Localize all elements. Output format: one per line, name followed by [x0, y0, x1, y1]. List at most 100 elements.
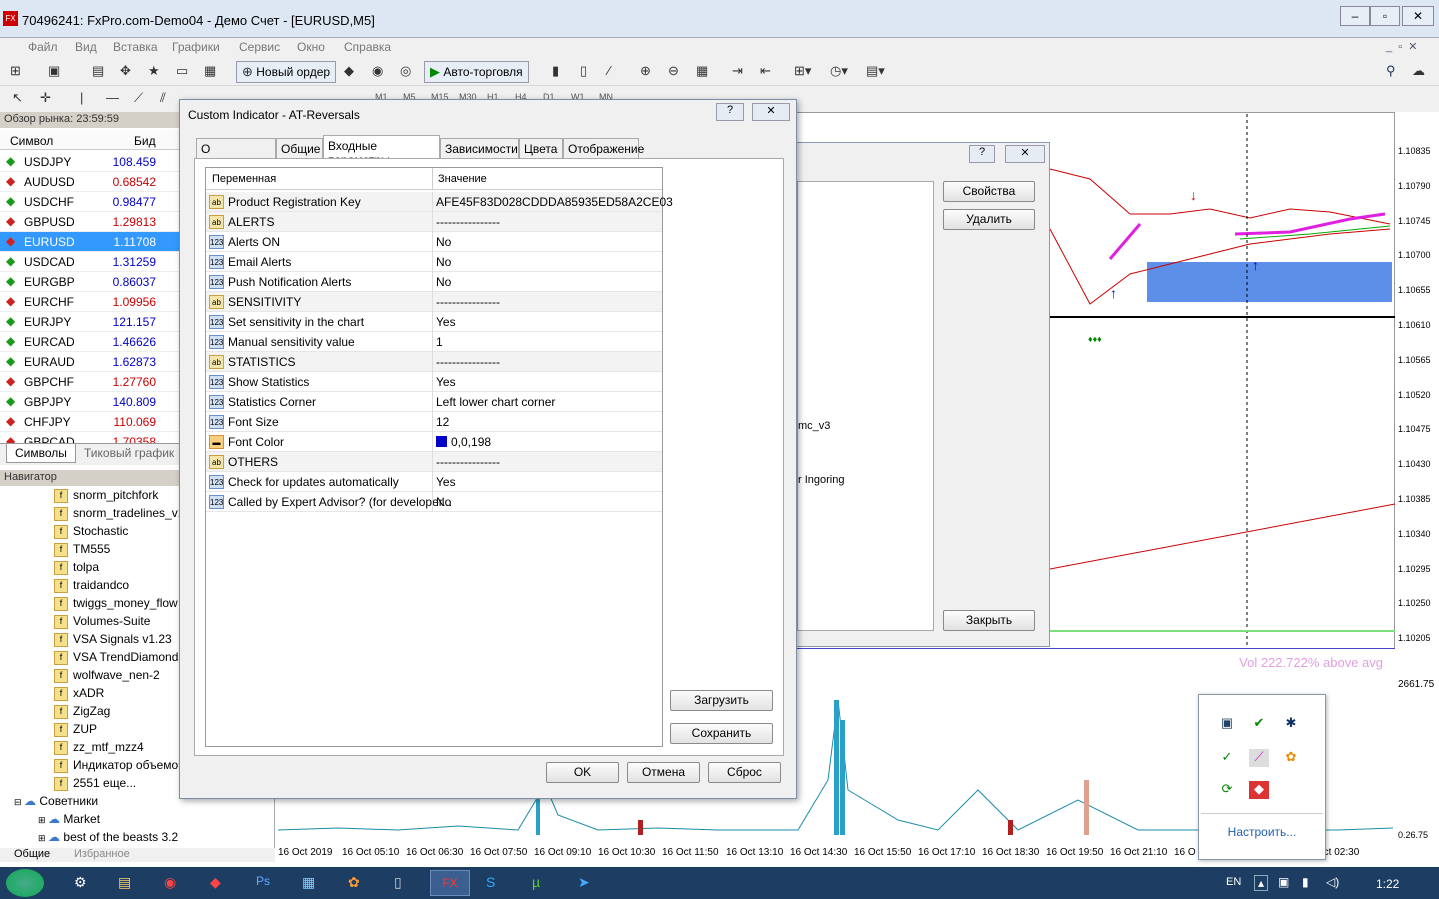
navigator-item[interactable]: f ZigZag — [54, 704, 110, 722]
expert-item[interactable]: ⊞ ☁ Market — [38, 812, 100, 830]
dialog-tab[interactable]: О программе — [196, 138, 276, 170]
param-value[interactable]: Yes — [436, 315, 456, 329]
market-row[interactable]: ◆ GBPCHF 1.27760 — [0, 372, 182, 392]
list-item-b[interactable]: r Ingoring — [798, 474, 844, 486]
load-button[interactable]: Загрузить — [670, 690, 773, 711]
navigator-item[interactable]: f VSA TrendDiamonds — [54, 650, 184, 668]
close-button[interactable]: ✕ — [1402, 6, 1434, 26]
market-row[interactable]: ◆ EURUSD 1.11708 — [0, 232, 182, 252]
param-value[interactable]: No — [436, 235, 451, 249]
mdi-controls[interactable]: _ ▫ ✕ — [1386, 40, 1417, 53]
media-app-icon[interactable]: ◆ — [210, 874, 221, 891]
param-value[interactable]: Left lower chart corner — [436, 395, 555, 409]
navigator-item[interactable]: f Volumes-Suite — [54, 614, 150, 632]
market-row[interactable]: ◆ EURCHF 1.09956 — [0, 292, 182, 312]
notepad-icon[interactable]: ▯ — [394, 874, 402, 891]
col-variable[interactable]: Переменная — [212, 173, 276, 185]
close-dialog-button[interactable]: Закрыть — [943, 610, 1035, 631]
market-row[interactable]: ◆ USDCHF 0.98477 — [0, 192, 182, 212]
param-row[interactable]: ab SENSITIVITY ---------------- — [206, 292, 662, 312]
navigator-item[interactable]: f 2551 еще... — [54, 776, 136, 794]
param-row[interactable]: ab STATISTICS ---------------- — [206, 352, 662, 372]
profiles-icon[interactable]: ▣ — [48, 63, 60, 79]
utorrent-icon[interactable]: µ — [532, 874, 540, 890]
signals-icon[interactable]: ◉ — [372, 63, 383, 79]
photoshop-icon[interactable]: Ps — [256, 874, 270, 888]
param-value[interactable]: No — [436, 255, 451, 269]
network-icon[interactable]: ▮ — [1302, 875, 1309, 889]
navigator-item[interactable]: f wolfwave_nen-2 — [54, 668, 160, 686]
dialog-tab[interactable]: Отображение — [563, 138, 644, 158]
menu-item[interactable]: Графики — [172, 40, 220, 54]
navigator-item[interactable]: f twiggs_money_flow — [54, 596, 178, 614]
dialog-tab[interactable]: Зависимости — [440, 138, 519, 158]
param-row[interactable]: 123 Show Statistics Yes — [206, 372, 662, 392]
trendline-icon[interactable]: ⟋ — [134, 90, 143, 106]
tile-windows-icon[interactable]: ▦ — [696, 63, 708, 79]
param-row[interactable]: 123 Called by Expert Advisor? (for develo… — [206, 492, 662, 512]
market-row[interactable]: ◆ AUDUSD 0.68542 — [0, 172, 182, 192]
cursor-icon[interactable]: ↖ — [12, 90, 23, 106]
auto-scroll-icon[interactable]: ⇥ — [732, 63, 743, 79]
fxpro-task-icon[interactable]: FX — [430, 870, 470, 896]
periods-icon[interactable]: ◷▾ — [830, 63, 848, 79]
param-value[interactable]: Yes — [436, 375, 456, 389]
language-indicator[interactable]: EN — [1226, 876, 1241, 888]
navigator-item[interactable]: f tolpa — [54, 560, 99, 578]
minimize-button[interactable]: – — [1340, 6, 1370, 26]
candle-chart-icon[interactable]: ▯ — [580, 63, 587, 79]
param-row[interactable]: ▬ Font Color 0,0,198 — [206, 432, 662, 452]
menu-item[interactable]: Файл — [28, 40, 58, 54]
tab-favorites[interactable]: Избранное — [74, 848, 130, 860]
explorer-icon[interactable]: ▤ — [118, 874, 131, 891]
vertical-line-icon[interactable]: | — [80, 90, 83, 105]
param-value[interactable]: AFE45F83D028CDDDA85935ED58A2CE03 — [436, 195, 673, 209]
templates-icon[interactable]: ▤▾ — [866, 63, 885, 79]
market-row[interactable]: ◆ USDJPY 108.459 — [0, 152, 182, 172]
col-bid[interactable]: Бид — [134, 134, 156, 148]
param-row[interactable]: 123 Set sensitivity in the chart Yes — [206, 312, 662, 332]
param-value[interactable]: No — [436, 275, 451, 289]
param-value[interactable]: 1 — [436, 335, 443, 349]
param-row[interactable]: ab ALERTS ---------------- — [206, 212, 662, 232]
navigator-item[interactable]: f Индикатор объемов — [54, 758, 185, 776]
dialog-tab[interactable]: Входные параметры — [323, 135, 440, 167]
param-value[interactable]: 12 — [436, 415, 449, 429]
market-row[interactable]: ◆ EURCAD 1.46626 — [0, 332, 182, 352]
usb-safe-icon[interactable]: ✔ — [1249, 715, 1269, 733]
param-color-value[interactable]: 0,0,198 — [436, 435, 491, 449]
ok-button[interactable]: OK — [546, 762, 619, 783]
expert-item[interactable]: ⊞ ☁ best of the beasts 3.2 — [38, 830, 178, 848]
col-symbol[interactable]: Символ — [10, 134, 53, 148]
zoom-in-icon[interactable]: ⊕ — [640, 63, 651, 79]
close-icon[interactable]: ✕ — [752, 103, 790, 121]
tab-tick-chart[interactable]: Тиковый график — [84, 446, 174, 460]
param-value[interactable]: No — [436, 495, 451, 509]
param-value[interactable]: Yes — [436, 475, 456, 489]
menu-item[interactable]: Сервис — [239, 40, 280, 54]
line-chart-icon[interactable]: ⁄ — [608, 63, 610, 78]
menu-item[interactable]: Окно — [297, 40, 325, 54]
market-row[interactable]: ◆ EURGBP 0.86037 — [0, 272, 182, 292]
close-icon-2[interactable]: ✕ — [1005, 145, 1045, 163]
taskbar-app-1-icon[interactable]: ⚙ — [74, 874, 87, 891]
terminal-icon[interactable]: ▭ — [176, 63, 188, 79]
avast-icon[interactable]: ✿ — [1281, 749, 1301, 767]
connection-icon[interactable]: ◎ — [400, 63, 411, 79]
market-row[interactable]: ◆ CHFJPY 110.069 — [0, 412, 182, 432]
params-table[interactable]: Переменная Значение ab Product Registrati… — [205, 167, 673, 747]
bar-chart-icon[interactable]: ▮ — [552, 63, 559, 79]
param-row[interactable]: 123 Font Size 12 — [206, 412, 662, 432]
tab-common[interactable]: Общие — [14, 848, 50, 860]
new-order-button[interactable]: ⊕ Новый ордер — [236, 61, 337, 83]
param-row[interactable]: 123 Statistics Corner Left lower chart cor… — [206, 392, 662, 412]
navigator-item[interactable]: f snorm_tradelines_v1 — [54, 506, 184, 524]
save-button[interactable]: Сохранить — [670, 723, 773, 744]
sync-icon[interactable]: ⟳ — [1217, 781, 1237, 799]
navigator-item[interactable]: f xADR — [54, 686, 104, 704]
volume-icon[interactable]: ◁) — [1326, 875, 1339, 889]
network-check-icon[interactable]: ✓ — [1217, 749, 1237, 767]
navigator-item[interactable]: f snorm_pitchfork — [54, 488, 158, 506]
maximize-button[interactable]: ▫ — [1370, 6, 1400, 26]
tester-icon[interactable]: ▦ — [204, 63, 216, 79]
